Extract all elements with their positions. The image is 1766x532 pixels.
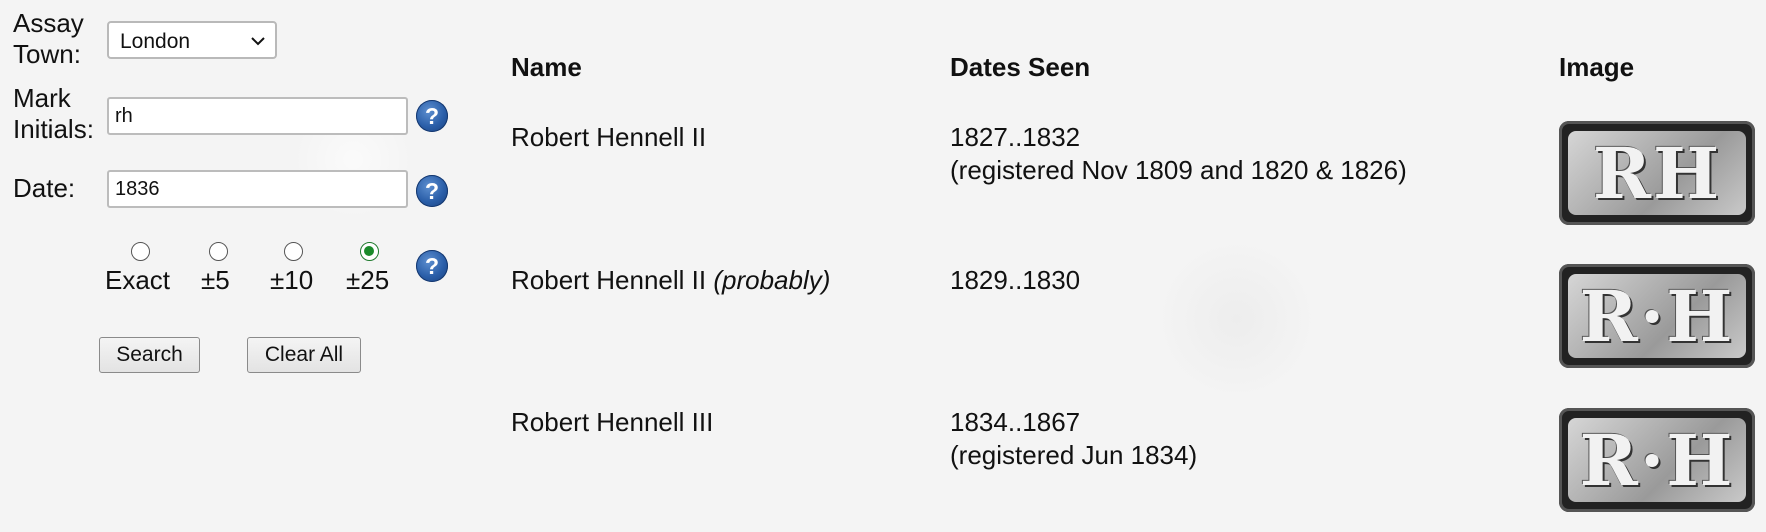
radio-label-10: ±10 xyxy=(270,265,314,295)
search-button[interactable]: Search xyxy=(99,337,200,373)
table-row-name: Robert Hennell II xyxy=(511,122,707,152)
maker-mark-image: R·H xyxy=(1559,408,1755,512)
radio-label-exact: Exact xyxy=(105,265,171,295)
help-icon[interactable]: ? xyxy=(416,100,448,132)
column-header-image: Image xyxy=(1559,52,1635,82)
assay-town-select[interactable]: London xyxy=(107,21,277,59)
radio-exact[interactable] xyxy=(131,242,150,261)
table-row-dates: 1834..1867 (registered Jun 1834) xyxy=(950,407,1198,470)
radio-label-25: ±25 xyxy=(346,265,390,295)
column-header-dates: Dates Seen xyxy=(950,52,1091,82)
mark-initials-input[interactable]: rh xyxy=(107,97,408,135)
table-row-dates: 1829..1830 xyxy=(950,265,1081,295)
table-row-name: Robert Hennell III xyxy=(511,407,714,437)
radio-plus-minus-10[interactable] xyxy=(284,242,303,261)
chevron-down-icon xyxy=(251,37,265,46)
maker-mark-image: R·H xyxy=(1559,264,1755,368)
radio-plus-minus-5[interactable] xyxy=(209,242,228,261)
radio-plus-minus-25[interactable] xyxy=(360,242,379,261)
maker-mark-image: RH xyxy=(1559,121,1755,225)
table-row-dates: 1827..1832 (registered Nov 1809 and 1820… xyxy=(950,122,1407,185)
date-input[interactable]: 1836 xyxy=(107,170,408,208)
radio-label-5: ±5 xyxy=(201,265,230,295)
date-label: Date: xyxy=(13,173,76,203)
mark-initials-label: Mark Initials: xyxy=(13,83,94,144)
clear-all-button[interactable]: Clear All xyxy=(247,337,361,373)
table-row-name: Robert Hennell II (probably) xyxy=(511,265,831,295)
help-icon[interactable]: ? xyxy=(416,175,448,207)
column-header-name: Name xyxy=(511,52,582,82)
assay-town-label: Assay Town: xyxy=(13,8,84,69)
help-icon[interactable]: ? xyxy=(416,250,448,282)
